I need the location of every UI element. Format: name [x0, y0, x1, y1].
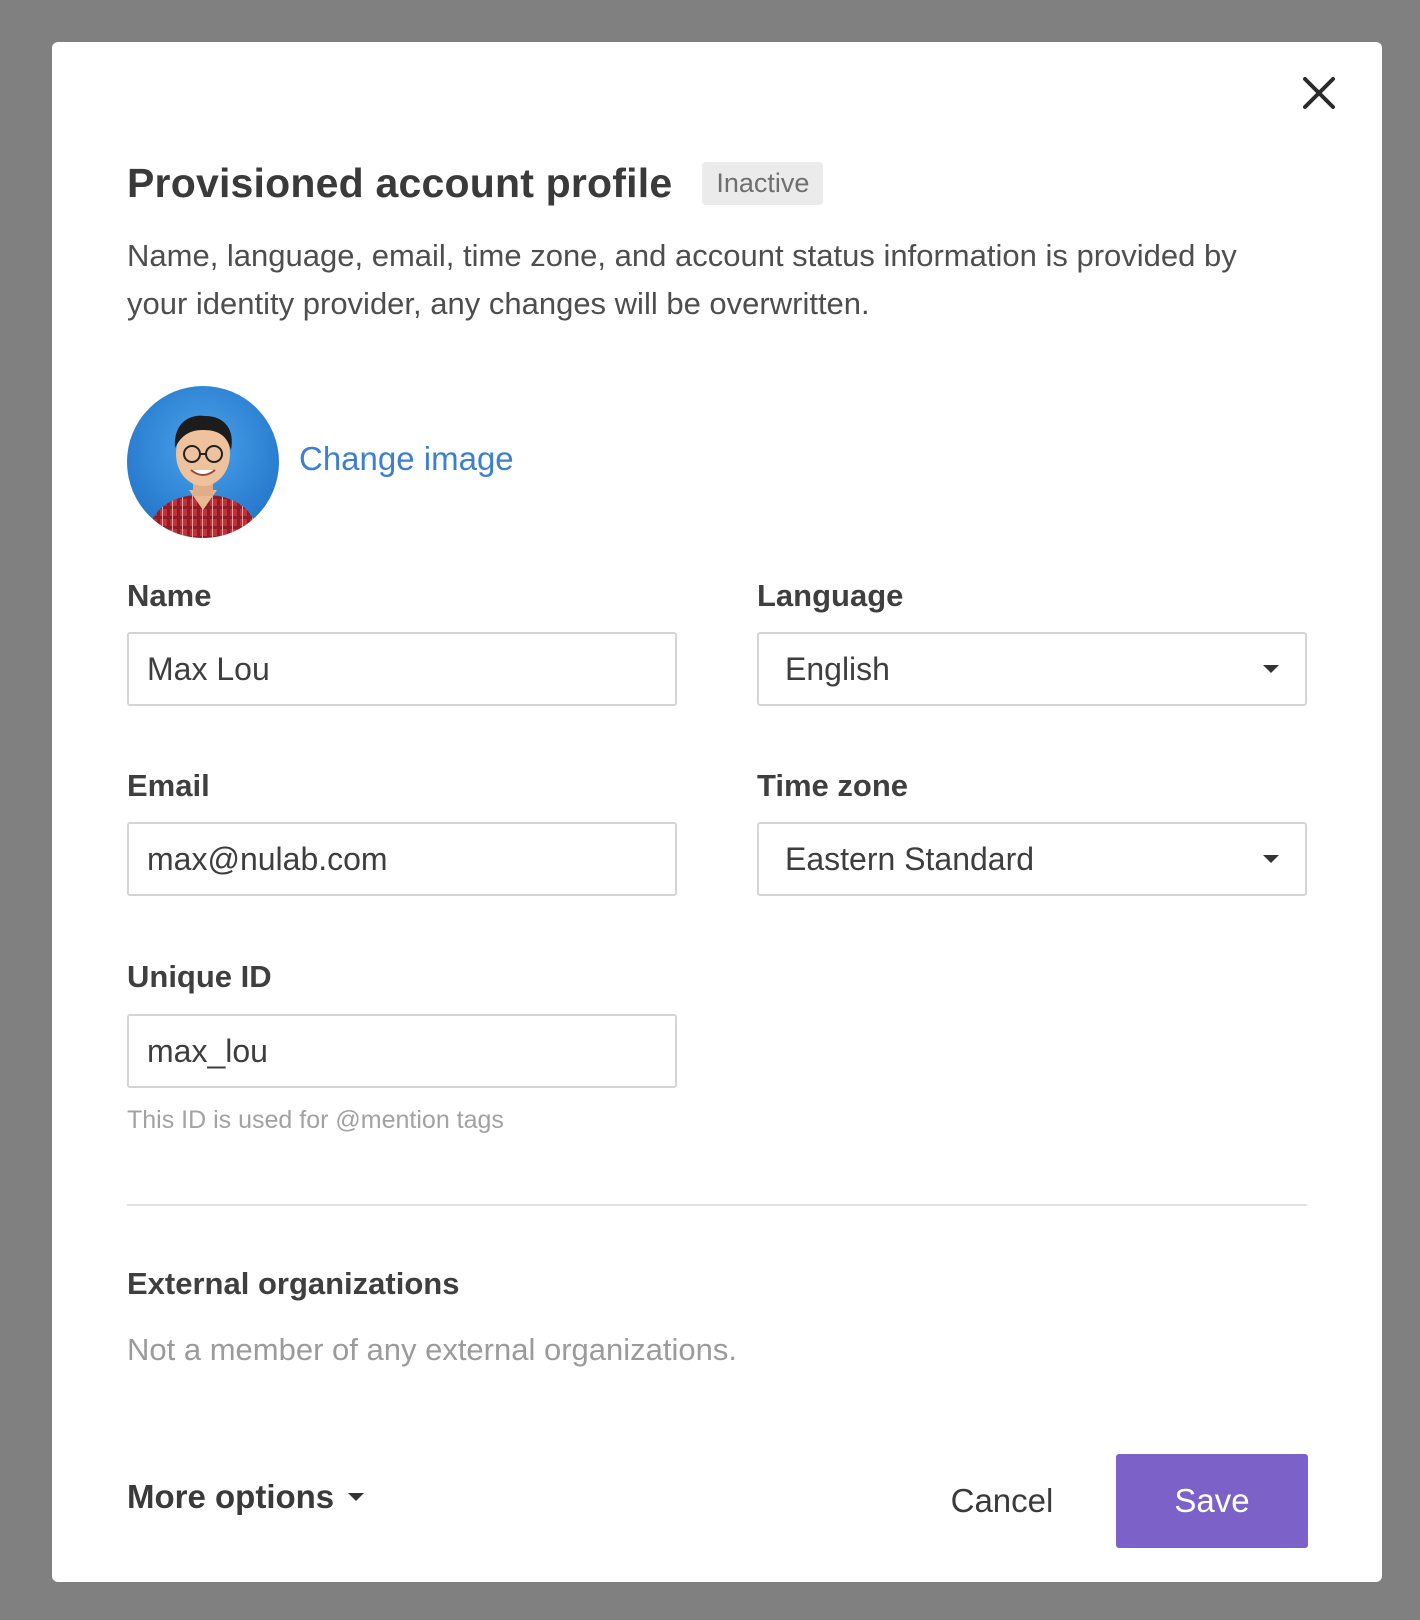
- language-label: Language: [757, 578, 904, 613]
- unique-id-field[interactable]: [127, 1014, 677, 1088]
- close-button[interactable]: [1294, 68, 1344, 118]
- dialog-description: Name, language, email, time zone, and ac…: [127, 238, 1237, 321]
- account-profile-dialog: Provisioned account profile Inactive Nam…: [52, 42, 1382, 1582]
- name-field[interactable]: [127, 632, 677, 706]
- more-options-label: More options: [127, 1478, 335, 1515]
- unique-id-helper-text: This ID is used for @mention tags: [127, 1106, 504, 1134]
- more-options-button[interactable]: More options: [127, 1478, 365, 1516]
- unique-id-label: Unique ID: [127, 959, 272, 994]
- avatar: [127, 386, 279, 538]
- save-button[interactable]: Save: [1116, 1454, 1308, 1548]
- user-avatar-photo: [127, 386, 279, 538]
- language-value: English: [785, 650, 890, 687]
- close-icon: [1303, 77, 1335, 109]
- external-organizations-empty-text: Not a member of any external organizatio…: [127, 1332, 737, 1367]
- change-image-link[interactable]: Change image: [299, 440, 514, 478]
- email-field[interactable]: [127, 822, 677, 896]
- dialog-title: Provisioned account profile: [127, 160, 673, 206]
- timezone-label: Time zone: [757, 768, 909, 803]
- dialog-header: Provisioned account profile Inactive: [127, 160, 824, 207]
- external-organizations-heading: External organizations: [127, 1266, 460, 1301]
- email-label: Email: [127, 768, 210, 803]
- cancel-button[interactable]: Cancel: [932, 1454, 1072, 1548]
- chevron-down-icon: [348, 1493, 365, 1501]
- chevron-down-icon: [1263, 855, 1279, 863]
- name-label: Name: [127, 578, 212, 613]
- section-divider: [127, 1204, 1307, 1206]
- timezone-select[interactable]: Eastern Standard: [757, 822, 1307, 896]
- status-badge: Inactive: [702, 162, 824, 205]
- language-select[interactable]: English: [757, 632, 1307, 706]
- timezone-value: Eastern Standard: [785, 840, 1035, 877]
- chevron-down-icon: [1263, 665, 1279, 673]
